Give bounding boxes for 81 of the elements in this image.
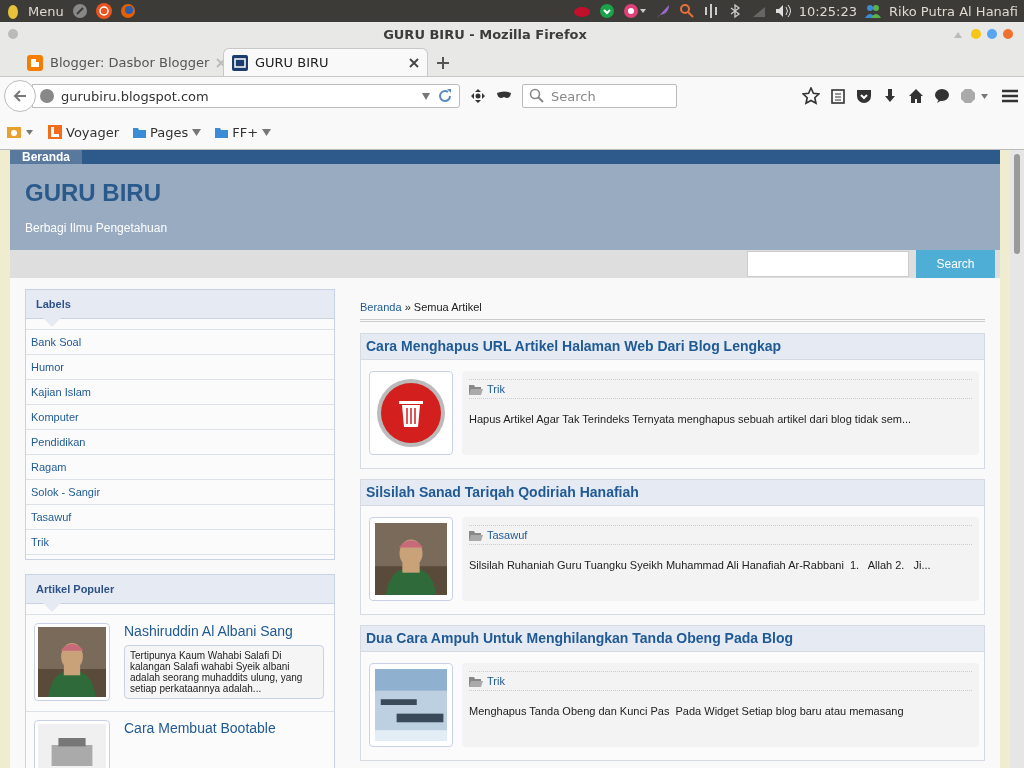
- star-icon[interactable]: [802, 87, 820, 105]
- site-icon: [232, 54, 248, 71]
- folder-icon: [469, 675, 483, 687]
- article-title[interactable]: Cara Membuat Bootable: [124, 720, 324, 736]
- label-link[interactable]: Tasawuf: [26, 505, 334, 530]
- thumbnail-frame[interactable]: [369, 371, 453, 455]
- close-icon[interactable]: [409, 57, 419, 68]
- users-icon[interactable]: [865, 3, 882, 19]
- post-title[interactable]: Silsilah Sanad Tariqah Qodiriah Hanafiah: [361, 480, 984, 506]
- address-field[interactable]: gurubiru.blogspot.com: [32, 84, 460, 108]
- back-arrow-icon: [12, 88, 28, 104]
- post-label[interactable]: Tasawuf: [487, 529, 528, 541]
- widget-title: Labels: [36, 298, 71, 310]
- window-controls-icon: [952, 28, 1016, 40]
- reading-list-icon[interactable]: [830, 88, 846, 104]
- folder-icon: [469, 383, 483, 395]
- adblock-icon[interactable]: [960, 88, 990, 104]
- post-snippet: Silsilah Ruhaniah Guru Tuangku Syeikh Muhammad Ali Hanafiah Ar-Rabbani 1. Allah 2. Ji...: [469, 559, 932, 571]
- blogger-icon: [27, 54, 43, 71]
- menu-icon[interactable]: [1000, 88, 1020, 104]
- article-snippet: Tertipunya Kaum Wahabi Salafi Di kalangan Salafi wahabi Syeik albani adalah seorang muhaddits ulung, yang setiap perkataannya adalah...: [124, 645, 324, 699]
- folder-icon: [215, 126, 229, 138]
- breadcrumb-link[interactable]: Beranda: [360, 301, 402, 313]
- label-link[interactable]: Pendidikan: [26, 430, 334, 455]
- thumbnail-frame[interactable]: [34, 623, 110, 701]
- trash-icon: [375, 377, 447, 449]
- user-name[interactable]: Riko Putra Al Hanafi: [889, 3, 1018, 19]
- volume-icon[interactable]: [774, 3, 791, 19]
- thumbnail-frame[interactable]: [369, 663, 453, 747]
- blog-description: Berbagi Ilmu Pengetahuan: [25, 221, 169, 235]
- dropdown-icon: [262, 128, 272, 136]
- record-icon[interactable]: [622, 3, 647, 19]
- home-icon[interactable]: [908, 88, 924, 104]
- breadcrumb: Beranda » Semua Artikel: [360, 289, 985, 322]
- label-link[interactable]: Humor: [26, 355, 334, 380]
- label-link[interactable]: Kajian Islam: [26, 380, 334, 405]
- post-label[interactable]: Trik: [487, 383, 505, 395]
- thumbnail-frame[interactable]: [369, 517, 453, 601]
- bookmark[interactable]: FF+: [215, 124, 272, 140]
- scrollbar[interactable]: [1010, 150, 1024, 768]
- camera-folder-icon[interactable]: [6, 124, 34, 140]
- menu-button[interactable]: Menu: [28, 3, 64, 19]
- bookmark[interactable]: Pages: [133, 124, 202, 140]
- dropdown-icon: [192, 128, 202, 136]
- dropdown-icon: [421, 91, 431, 101]
- clock[interactable]: 10:25:23: [798, 3, 858, 19]
- post-label[interactable]: Trik: [487, 675, 505, 687]
- bookmark[interactable]: Voyager: [48, 124, 120, 140]
- label-link[interactable]: Bank Soal: [26, 330, 334, 355]
- widget-title: Artikel Populer: [36, 583, 115, 595]
- post-title[interactable]: Cara Menghapus URL Artikel Halaman Web Dari Blog Lengkap: [361, 334, 984, 360]
- post-snippet: Hapus Artikel Agar Tak Terindeks Ternyata menghapus sebuah artikel dari blog tidak sem...: [469, 413, 913, 425]
- search-field[interactable]: Search: [522, 84, 677, 108]
- article-title[interactable]: Nashiruddin Al Albani Sang: [124, 623, 324, 639]
- post-snippet: Menghapus Tanda Obeng dan Kunci Pas Pada Widget Setiap blog baru atau memasang: [469, 705, 905, 717]
- folder-icon: [133, 126, 147, 138]
- firefox-icon[interactable]: [119, 3, 136, 19]
- window-title: GURU BIRU - Mozilla Firefox: [382, 26, 588, 42]
- search-input[interactable]: [747, 251, 909, 277]
- chat-icon[interactable]: [934, 88, 950, 104]
- pocket-icon[interactable]: [856, 88, 872, 104]
- back-button[interactable]: [4, 80, 36, 112]
- label-link[interactable]: Solok - Sangir: [26, 480, 334, 505]
- window-dot-icon: [8, 29, 18, 39]
- launcher-icon[interactable]: [71, 3, 88, 19]
- move-icon[interactable]: [470, 88, 486, 104]
- search-icon: [529, 88, 545, 104]
- reload-icon: [437, 88, 453, 104]
- equalizer-icon[interactable]: [702, 3, 719, 19]
- nav-tab[interactable]: Beranda: [10, 150, 83, 164]
- post-title[interactable]: Dua Cara Ampuh Untuk Menghilangkan Tanda Obeng Pada Blog: [361, 626, 984, 652]
- globe-icon: [39, 88, 55, 104]
- download-icon[interactable]: [882, 88, 898, 104]
- search-icon[interactable]: [678, 3, 695, 19]
- ubuntu-icon[interactable]: [95, 3, 112, 19]
- label-link[interactable]: Trik: [26, 530, 334, 555]
- label-link[interactable]: Komputer: [26, 405, 334, 430]
- label-link[interactable]: Ragam: [26, 455, 334, 480]
- folder-icon: [469, 529, 483, 541]
- site-icon: [48, 125, 62, 139]
- browser-tab[interactable]: GURU BIRU: [223, 48, 428, 76]
